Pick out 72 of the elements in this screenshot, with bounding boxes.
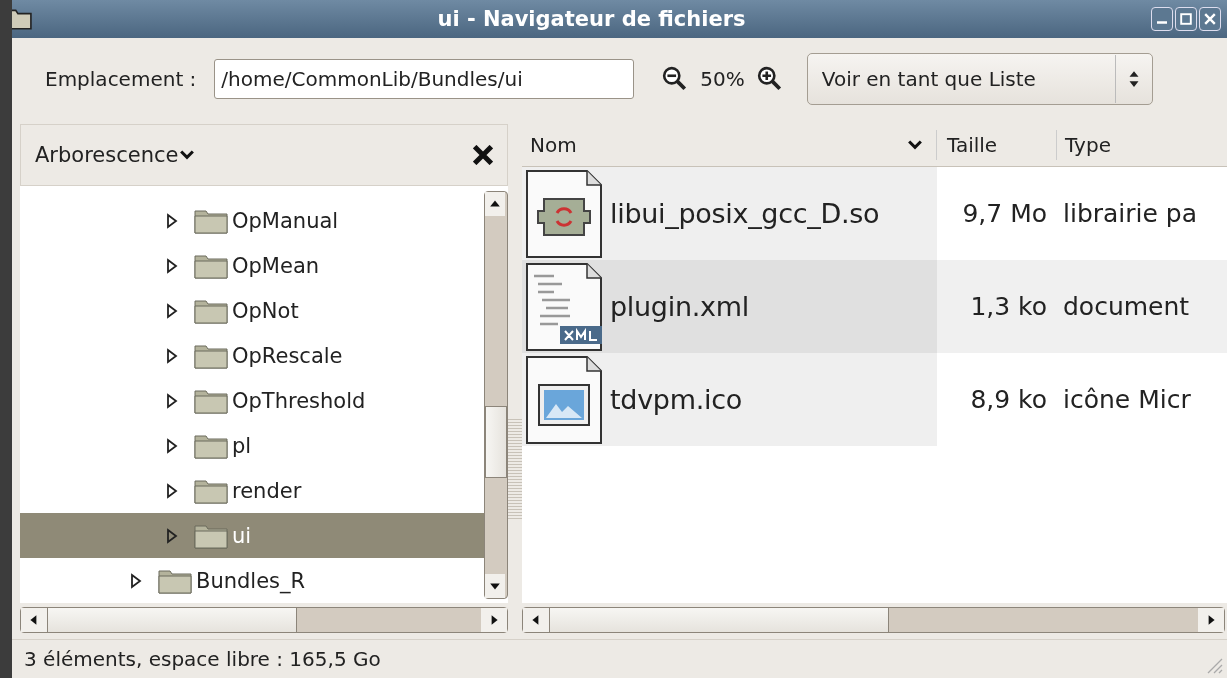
expander-icon[interactable] (166, 302, 178, 319)
zoom-out-icon[interactable] (662, 65, 689, 92)
file-name: libui_posix_gcc_D.so (610, 198, 880, 230)
maximize-button[interactable] (1175, 6, 1197, 31)
close-icon[interactable] (473, 145, 493, 166)
file-type: icône Micr (1062, 385, 1192, 415)
location-label: Emplacement : (45, 66, 197, 91)
folder-icon (158, 567, 192, 594)
scroll-left-icon[interactable] (523, 608, 549, 633)
folder-icon (12, 7, 32, 30)
image-document-icon (524, 354, 604, 445)
scroll-left-icon[interactable] (21, 608, 47, 633)
tree-item[interactable]: OpManual (20, 198, 484, 244)
zoom-level: 50% (700, 66, 745, 91)
folder-icon (194, 342, 228, 369)
scroll-right-icon[interactable] (481, 608, 507, 633)
puzzle-document-icon (524, 168, 604, 259)
maximize-icon (1180, 12, 1192, 25)
scrollbar-thumb[interactable] (549, 608, 889, 633)
file-name: tdvpm.ico (610, 384, 742, 416)
horizontal-scrollbar[interactable] (522, 607, 1225, 634)
expander-icon[interactable] (166, 392, 178, 409)
expander-icon[interactable] (130, 572, 142, 589)
tree-item[interactable]: OpRescale (20, 333, 484, 379)
tree-item[interactable]: pl (20, 423, 484, 469)
scrollbar-thumb[interactable] (485, 406, 507, 479)
folder-icon (194, 252, 228, 279)
xml-document-icon (524, 261, 604, 352)
tree-item[interactable]: OpThreshold (20, 378, 484, 424)
sort-descending-icon (908, 140, 922, 151)
horizontal-scrollbar[interactable] (20, 607, 508, 634)
file-size: 8,9 ko (969, 385, 1048, 415)
folder-icon (194, 432, 228, 459)
expander-icon[interactable] (166, 482, 178, 499)
tree-item[interactable]: Bundles_R (20, 558, 484, 604)
file-size: 1,3 ko (969, 292, 1048, 322)
scrollbar-thumb[interactable] (47, 608, 297, 633)
location-field[interactable]: /home/CommonLib/Bundles/ui (214, 58, 635, 99)
tree-item[interactable]: OpNot (20, 288, 484, 334)
file-type: librairie pa (1062, 199, 1199, 229)
expander-icon[interactable] (166, 347, 178, 364)
scroll-right-icon[interactable] (1198, 608, 1224, 633)
tree-item[interactable]: render (20, 468, 484, 514)
window-title: ui - Navigateur de fichiers (436, 6, 747, 31)
file-size: 9,7 Mo (961, 199, 1048, 229)
column-header[interactable]: Type (1057, 130, 1227, 161)
expander-icon[interactable] (166, 437, 178, 454)
column-header[interactable]: Taille (937, 130, 1057, 161)
column-header[interactable]: Nom (522, 130, 937, 161)
minimize-button[interactable] (1151, 6, 1173, 31)
close-icon (1204, 12, 1216, 25)
folder-icon (194, 387, 228, 414)
folder-icon (194, 297, 228, 324)
view-dropdown[interactable]: Voir en tant que Liste (806, 52, 1153, 105)
zoom-in-icon[interactable] (756, 65, 783, 92)
scroll-down-icon[interactable] (485, 574, 505, 599)
chevron-down-icon (180, 150, 195, 161)
file-row[interactable]: plugin.xml 1,3 ko document (522, 260, 1227, 354)
folder-icon (194, 207, 228, 234)
file-name: plugin.xml (610, 291, 749, 323)
folder-icon (194, 477, 228, 504)
minimize-icon (1157, 21, 1167, 25)
scroll-up-icon[interactable] (485, 192, 505, 217)
folder-icon (194, 522, 228, 549)
expander-icon[interactable] (166, 212, 178, 229)
close-button[interactable] (1199, 6, 1221, 31)
tree-item[interactable]: OpMean (20, 243, 484, 289)
sidebar-mode-dropdown[interactable]: Arborescence (35, 143, 195, 168)
file-type: document (1062, 292, 1191, 322)
expander-icon[interactable] (166, 257, 178, 274)
vertical-scrollbar[interactable] (484, 191, 508, 600)
status-text: 3 éléments, espace libre : 165,5 Go (24, 647, 381, 672)
